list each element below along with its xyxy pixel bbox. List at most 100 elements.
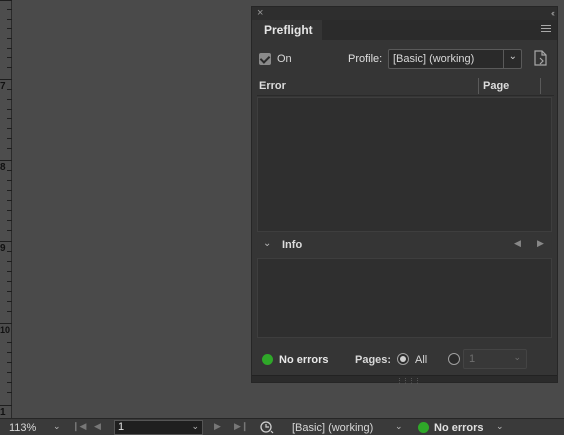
ruler-tick (7, 138, 12, 139)
info-label: Info (282, 239, 303, 251)
chevron-down-icon[interactable]: ⌄ (53, 421, 61, 432)
ruler-label: 8 (0, 162, 6, 173)
panel-menu-icon[interactable] (541, 25, 551, 34)
chevron-down-icon[interactable]: ⌄ (191, 421, 199, 432)
vertical-ruler[interactable]: 7 8 9 10 1 (0, 0, 12, 418)
ruler-tick (7, 281, 12, 282)
tab-preflight[interactable]: Preflight (252, 20, 322, 40)
ruler-tick (7, 372, 12, 373)
previous-icon[interactable]: ◀ (514, 238, 521, 249)
status-text[interactable]: No errors (434, 422, 484, 434)
ruler-tick (7, 38, 12, 39)
column-divider[interactable] (540, 78, 541, 94)
ruler-tick (7, 352, 12, 353)
pages-all-label: All (415, 354, 428, 366)
ruler-tick (7, 392, 12, 393)
ruler-tick (7, 261, 12, 262)
error-table-header: Error Page (257, 76, 554, 96)
ruler-tick (0, 405, 12, 406)
on-label: On (277, 53, 292, 65)
ruler-tick (0, 0, 12, 1)
ruler-tick (0, 160, 12, 161)
chevron-down-icon[interactable]: ⌄ (263, 238, 271, 249)
ruler-tick (7, 382, 12, 383)
chevron-down-icon[interactable]: ⌄ (509, 51, 517, 62)
pages-range-value: 1 (469, 353, 476, 365)
resize-grip[interactable]: ⋮⋮⋮⋮ (252, 375, 557, 385)
page-number-field[interactable]: 1 ⌄ (114, 420, 203, 435)
last-page-icon[interactable]: ▶❙ (234, 421, 248, 432)
ruler-tick (7, 251, 12, 252)
ruler-tick (7, 128, 12, 129)
pages-range-field[interactable]: 1 ⌄ (463, 349, 527, 369)
status-indicator-icon (418, 422, 429, 433)
ruler-tick (7, 362, 12, 363)
info-section-header[interactable]: ⌄ Info ◀ ▶ (257, 237, 554, 255)
column-divider[interactable] (478, 78, 479, 94)
ruler-tick (7, 210, 12, 211)
document-status-bar: 113% ⌄ ❙◀ ◀ 1 ⌄ ▶ ▶❙ [Basic] (working) ⌄… (0, 418, 564, 435)
page-number-value: 1 (118, 421, 125, 433)
ruler-tick (7, 311, 12, 312)
preflight-panel: × ‹‹ Preflight On Profile: [Basic] (work… (251, 6, 558, 385)
column-header-error[interactable]: Error (259, 80, 286, 92)
ruler-tick (7, 89, 12, 90)
ruler-label: 1 (0, 407, 6, 418)
status-indicator-icon (262, 354, 273, 365)
preflight-profile-icon[interactable] (260, 421, 274, 434)
ruler-tick (7, 67, 12, 68)
ruler-tick (7, 220, 12, 221)
ruler-tick (7, 200, 12, 201)
next-page-icon[interactable]: ▶ (214, 421, 221, 432)
status-profile[interactable]: [Basic] (working) (292, 422, 373, 434)
previous-page-icon[interactable]: ◀ (94, 421, 101, 432)
panel-tab-bar: Preflight (252, 20, 557, 40)
pages-all-radio[interactable] (397, 353, 409, 365)
panel-title-bar[interactable]: × ‹‹ (252, 7, 557, 20)
define-profiles-icon[interactable] (533, 50, 547, 66)
profile-dropdown[interactable]: [Basic] (working) ⌄ (388, 49, 522, 69)
close-icon[interactable]: × (257, 7, 263, 20)
pages-range-radio[interactable] (448, 353, 460, 365)
preflight-status-row: No errors Pages: All 1 ⌄ (262, 349, 552, 369)
collapse-panel-icon[interactable]: ‹‹ (551, 7, 555, 20)
on-checkbox[interactable] (259, 53, 271, 65)
ruler-tick (7, 118, 12, 119)
ruler-tick (7, 230, 12, 231)
zoom-level[interactable]: 113% (9, 422, 36, 434)
ruler-tick (7, 148, 12, 149)
ruler-tick (7, 57, 12, 58)
status-text: No errors (279, 354, 329, 366)
ruler-tick (7, 291, 12, 292)
chevron-down-icon[interactable]: ⌄ (513, 352, 521, 363)
dropdown-divider (503, 50, 504, 68)
chevron-down-icon[interactable]: ⌄ (496, 421, 504, 432)
ruler-tick (7, 271, 12, 272)
ruler-tick (7, 180, 12, 181)
ruler-tick (7, 342, 12, 343)
ruler-tick (7, 190, 12, 191)
ruler-tick (7, 48, 12, 49)
profile-label: Profile: (348, 53, 383, 65)
ruler-tick (0, 79, 12, 80)
ruler-tick (7, 99, 12, 100)
ruler-tick (7, 9, 12, 10)
ruler-tick (7, 19, 12, 20)
ruler-label: 7 (0, 81, 6, 92)
info-box (257, 258, 552, 338)
first-page-icon[interactable]: ❙◀ (72, 421, 86, 432)
error-list[interactable] (257, 97, 552, 232)
ruler-tick (0, 241, 12, 242)
ruler-tick (7, 109, 12, 110)
next-icon[interactable]: ▶ (537, 238, 544, 249)
ruler-label: 9 (0, 243, 6, 254)
profile-value: [Basic] (working) (393, 53, 475, 65)
column-header-page[interactable]: Page (483, 80, 509, 92)
pages-label: Pages: (355, 354, 392, 366)
chevron-down-icon[interactable]: ⌄ (395, 421, 403, 432)
ruler-tick (7, 28, 12, 29)
ruler-label: 10 (0, 325, 11, 335)
ruler-tick (7, 170, 12, 171)
ruler-tick (7, 301, 12, 302)
ruler-tick (0, 323, 12, 324)
